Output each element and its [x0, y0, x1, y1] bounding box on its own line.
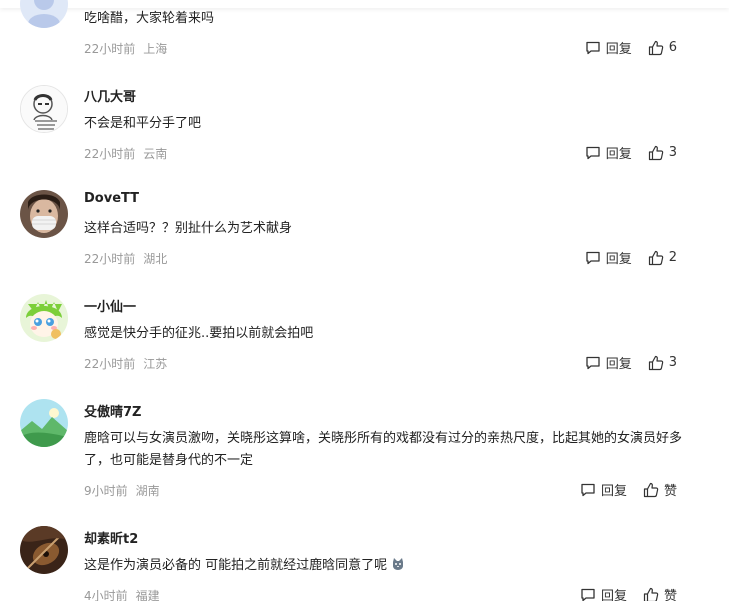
like-button[interactable]: 赞: [643, 585, 677, 601]
avatar[interactable]: [20, 294, 68, 342]
comment-username[interactable]: 却素昕t2: [84, 528, 138, 547]
reply-button[interactable]: 回复: [580, 480, 627, 499]
comment-time: 4小时前: [84, 589, 128, 601]
comment-text: 这样合适吗？？别扯什么为艺术献身: [84, 221, 293, 236]
comment-actions: 回复 赞: [580, 585, 677, 601]
comment-location: 湖北: [143, 252, 168, 266]
like-count: 3: [668, 355, 677, 370]
reply-bubble-icon: [586, 146, 600, 159]
comment-meta: 22小时前 云南: [84, 145, 167, 162]
comment-meta: 22小时前 湖北: [84, 250, 167, 267]
comment-actions: 回复 3: [585, 353, 677, 372]
like-button[interactable]: 3: [648, 355, 677, 371]
comment-meta: 22小时前 上海: [84, 40, 167, 57]
reply-button[interactable]: 回复: [585, 248, 632, 267]
comment-time: 22小时前: [84, 42, 136, 56]
comment-actions: 回复 3: [585, 143, 677, 162]
reply-label: 回复: [600, 589, 627, 601]
comment-username[interactable]: 殳傲晴7Z: [84, 401, 141, 420]
thumbs-up-icon: [648, 145, 663, 160]
reply-button[interactable]: 回复: [585, 38, 632, 57]
reply-label: 回复: [600, 484, 627, 499]
reply-bubble-icon: [586, 356, 600, 369]
like-button[interactable]: 3: [648, 145, 677, 161]
thumbs-up-icon: [643, 587, 659, 601]
like-count: 6: [668, 40, 677, 55]
comment-username[interactable]: DoveTT: [84, 191, 139, 206]
comment-location: 湖南: [135, 484, 160, 498]
reply-label: 回复: [605, 42, 632, 57]
thumbs-up-icon: [648, 40, 663, 55]
comment-actions: 回复 6: [585, 38, 677, 57]
comment-actions: 回复 赞: [580, 480, 677, 499]
comment-time: 22小时前: [84, 147, 136, 161]
like-button[interactable]: 赞: [643, 480, 677, 499]
comment-text: 不会是和平分手了吧: [84, 116, 202, 131]
reply-button[interactable]: 回复: [585, 353, 632, 372]
reply-button[interactable]: 回复: [585, 143, 632, 162]
avatar[interactable]: [20, 399, 68, 447]
reply-label: 回复: [605, 357, 632, 372]
comment-text: 吃啥醋，大家轮着来吗: [84, 11, 215, 26]
avatar[interactable]: [20, 85, 68, 133]
thumbs-up-icon: [648, 250, 663, 265]
thumbs-up-icon: [648, 355, 663, 370]
comment-actions: 回复 2: [585, 248, 677, 267]
like-count: 3: [668, 145, 677, 160]
comment-location: 云南: [143, 147, 168, 161]
comment-location: 上海: [143, 42, 168, 56]
comment-location: 福建: [135, 589, 160, 601]
like-label: 赞: [663, 589, 677, 601]
comment-meta: 9小时前 湖南: [84, 482, 160, 499]
comment-meta: 22小时前 江苏: [84, 355, 167, 372]
comment-text-content: 这是作为演员必备的 可能拍之前就经过鹿晗同意了呢: [84, 558, 388, 573]
reply-bubble-icon: [586, 251, 600, 264]
avatar[interactable]: [20, 526, 68, 574]
comment-location: 江苏: [143, 357, 168, 371]
comment-username[interactable]: 八几大哥: [84, 86, 136, 105]
thumbs-up-icon: [643, 482, 659, 497]
avatar[interactable]: [20, 0, 68, 28]
reply-bubble-icon: [581, 588, 595, 601]
reply-button[interactable]: 回复: [580, 585, 627, 601]
reply-bubble-icon: [581, 483, 595, 496]
comment-time: 9小时前: [84, 484, 128, 498]
like-count: 2: [668, 250, 677, 265]
comment-username[interactable]: 一小仙一: [84, 296, 136, 315]
cat-emoji-icon: [393, 558, 404, 570]
like-button[interactable]: 6: [648, 40, 677, 56]
avatar[interactable]: [20, 190, 68, 238]
top-bar: [0, 0, 729, 8]
comment-text: 这是作为演员必备的 可能拍之前就经过鹿晗同意了呢: [84, 555, 684, 577]
comment-text: 鹿晗可以与女演员激吻，关晓彤这算啥，关晓彤所有的戏都没有过分的亲热尺度，比起其她…: [84, 431, 683, 468]
comment-text: 感觉是快分手的征兆..要拍以前就会拍吧: [84, 326, 314, 341]
reply-label: 回复: [605, 252, 632, 267]
reply-label: 回复: [605, 147, 632, 162]
comment-time: 22小时前: [84, 252, 136, 266]
reply-bubble-icon: [586, 41, 600, 54]
like-button[interactable]: 2: [648, 250, 677, 266]
like-label: 赞: [663, 484, 677, 499]
comment-meta: 4小时前 福建: [84, 587, 160, 601]
comment-time: 22小时前: [84, 357, 136, 371]
